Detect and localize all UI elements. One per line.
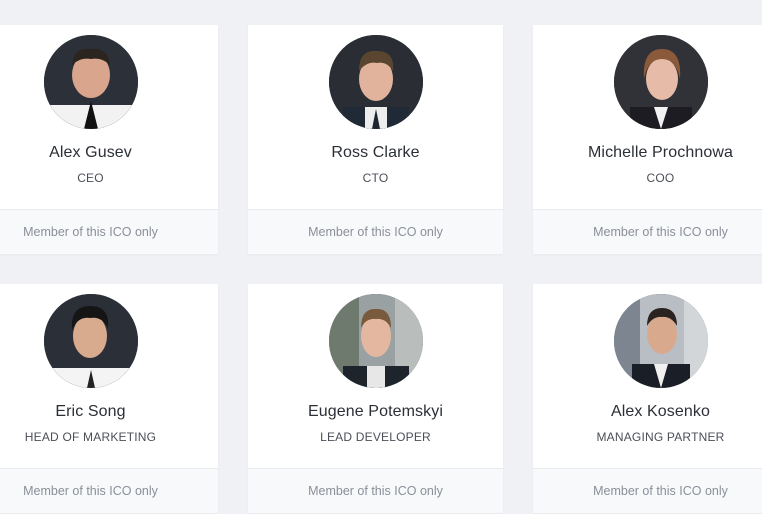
team-card[interactable]: Eric Song HEAD OF MARKETING Member of th… [0,284,218,513]
avatar [43,294,138,388]
member-note: Member of this ICO only [533,209,762,254]
member-note: Member of this ICO only [248,468,503,513]
avatar [613,294,708,388]
member-name: Alex Kosenko [610,403,711,420]
member-role: LEAD DEVELOPER [320,430,431,444]
avatar [328,35,423,129]
member-name: Michelle Prochnowa [588,144,733,161]
member-name: Eugene Potemskyi [307,403,443,420]
member-role: COO [646,171,675,185]
avatar [328,294,423,388]
team-card[interactable]: Eugene Potemskyi LEAD DEVELOPER Member o… [248,284,503,513]
member-name: Ross Clarke [331,144,420,161]
member-note: Member of this ICO only [0,209,218,254]
member-name: Eric Song [55,403,126,420]
member-role: CEO [77,171,104,185]
avatar [613,35,708,129]
member-role: CTO [362,171,389,185]
member-role: HEAD OF MARKETING [24,430,157,444]
member-note: Member of this ICO only [533,468,762,513]
team-card[interactable]: Michelle Prochnowa COO Member of this IC… [533,25,762,254]
avatar [43,35,138,129]
member-note: Member of this ICO only [0,468,218,513]
team-card[interactable]: Ross Clarke CTO Member of this ICO only [248,25,503,254]
member-name: Alex Gusev [49,144,132,161]
member-note: Member of this ICO only [248,209,503,254]
team-card[interactable]: Alex Gusev CEO Member of this ICO only [0,25,218,254]
team-grid: Alex Gusev CEO Member of this ICO only R… [0,0,762,514]
team-card[interactable]: Alex Kosenko MANAGING PARTNER Member of … [533,284,762,513]
member-role: MANAGING PARTNER [596,430,725,444]
